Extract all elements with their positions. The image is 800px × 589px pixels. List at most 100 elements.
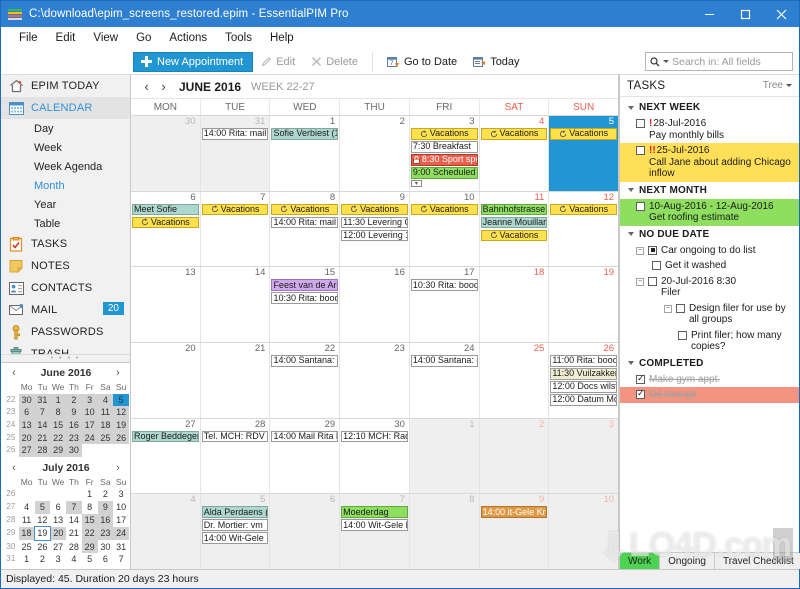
mini-cal-day[interactable]: 6: [98, 553, 114, 566]
calendar-day-cell[interactable]: 26 11:00 Rita: boods 11:30 Vuilzakken 12:00…: [549, 343, 618, 418]
mini-cal-day[interactable]: 27: [18, 444, 35, 457]
mini-cal-day[interactable]: 23: [97, 526, 114, 541]
mini-cal-day[interactable]: 23: [66, 431, 82, 445]
task-checkbox[interactable]: [636, 146, 645, 155]
mini-cal-day[interactable]: 4: [97, 393, 114, 407]
expand-collapse-icon[interactable]: −: [664, 304, 672, 313]
task-checkbox[interactable]: [636, 201, 645, 211]
mini-cal-day[interactable]: 7: [66, 501, 82, 514]
sidebar-view-week[interactable]: Week: [1, 138, 130, 157]
sidebar-view-day[interactable]: Day: [1, 119, 130, 138]
task-item[interactable]: Print filer; how many copies?: [620, 328, 799, 355]
tasks-group-header[interactable]: NO DUE DATE: [620, 226, 799, 243]
search-input[interactable]: Search in: All fields: [645, 52, 793, 71]
calendar-day-cell[interactable]: 28 Tel. MCH: RDV R: [201, 418, 271, 494]
calendar-day-cell[interactable]: 1 Sofie Verbiest (19: [270, 116, 341, 191]
calendar-event[interactable]: 11:30 Vuilzakken: [550, 368, 618, 380]
mini-cal-day[interactable]: 17: [113, 514, 129, 527]
sidebar-item-mail[interactable]: MAIL 20: [1, 299, 130, 321]
calendar-day-cell[interactable]: 14: [201, 267, 271, 343]
menu-file[interactable]: File: [10, 30, 47, 46]
expand-collapse-icon[interactable]: −: [636, 277, 644, 286]
mini-cal-day[interactable]: 20: [50, 526, 66, 541]
mini-cal-day[interactable]: 31: [113, 540, 129, 553]
mini-cal-day[interactable]: 14: [66, 514, 82, 527]
calendar-day-cell[interactable]: 29 14:00 Mail Rita b: [270, 418, 341, 494]
mini-cal-day[interactable]: 28: [66, 540, 82, 553]
mini-cal-day[interactable]: 28: [34, 444, 51, 457]
calendar-day-cell[interactable]: 3 Vacations 7:30 Breakfast 8:30 Sport spe 9:…: [410, 116, 480, 191]
calendar-event[interactable]: Meet Sofie: [132, 203, 199, 216]
task-item[interactable]: Oil change: [620, 387, 799, 403]
mini-cal-prev-button[interactable]: ‹: [9, 367, 19, 379]
task-checkbox[interactable]: [678, 330, 687, 340]
calendar-day-cell[interactable]: 27 Roger Beddegen: [131, 418, 201, 494]
mini-cal-day[interactable]: 11: [97, 406, 114, 420]
calendar-event[interactable]: Sofie Verbiest (19: [271, 128, 339, 140]
sidebar-item-contacts[interactable]: CONTACTS: [1, 277, 130, 299]
calendar-event[interactable]: 14:00 Rita: mail b: [271, 216, 339, 229]
mini-cal-day[interactable]: 19: [34, 526, 51, 541]
calendar-day-cell[interactable]: 15 Feest van de Arb 10:30 Rita: boods: [270, 267, 341, 343]
chevron-down-icon[interactable]: [663, 60, 669, 63]
sidebar-view-month[interactable]: Month: [1, 176, 130, 195]
mini-cal-day[interactable]: 24: [81, 431, 98, 445]
calendar-event[interactable]: Moederdag: [341, 506, 408, 518]
maximize-button[interactable]: [727, 1, 763, 27]
mini-cal-day[interactable]: 10: [81, 406, 98, 420]
task-item[interactable]: − Design filer for use by all groups: [620, 301, 799, 328]
menu-view[interactable]: View: [84, 30, 127, 46]
calendar-day-cell[interactable]: 9 Vacations 11:30 Levering C 12:00 Levering…: [340, 191, 410, 267]
delete-button[interactable]: Delete: [303, 52, 366, 72]
calendar-scroll-up[interactable]: [773, 528, 793, 562]
task-checkbox[interactable]: [652, 261, 661, 270]
new-appointment-button[interactable]: New Appointment: [133, 51, 254, 72]
calendar-day-cell[interactable]: 4 Vacations: [480, 116, 550, 191]
calendar-day-cell[interactable]: 17 10:30 Rita: boods: [410, 267, 480, 343]
mini-cal-day[interactable]: 10: [113, 501, 129, 514]
calendar-event[interactable]: Vacations: [271, 203, 339, 216]
tasks-view-mode-button[interactable]: Tree: [763, 80, 792, 91]
calendar-event[interactable]: Jeanne Mouillard: [480, 216, 548, 229]
calendar-day-cell[interactable]: 30 12:10 MCH: Radi: [340, 418, 410, 494]
calendar-event[interactable]: Vacations: [410, 128, 478, 140]
calendar-prev-button[interactable]: ‹: [140, 80, 153, 93]
mini-cal-day[interactable]: 7: [113, 553, 129, 566]
task-checkbox[interactable]: [636, 373, 645, 384]
tasks-group-header[interactable]: COMPLETED: [620, 355, 799, 372]
mini-cal-day[interactable]: 30: [66, 444, 82, 457]
calendar-event[interactable]: 14:00 Wit-Gele K: [341, 519, 408, 531]
calendar-day-cell[interactable]: 2414:00 Santana: op: [410, 343, 480, 418]
more-events-button[interactable]: ▾: [410, 180, 422, 187]
sidebar-item-passwords[interactable]: PASSWORDS: [1, 321, 130, 343]
calendar-event[interactable]: 12:00 Levering 12: [341, 229, 408, 242]
calendar-event[interactable]: Tel. MCH: RDV R: [201, 430, 269, 443]
calendar-event[interactable]: 14:00 it-Gele Kru: [480, 506, 548, 518]
mini-cal-day[interactable]: 13: [18, 419, 35, 432]
sidebar-view-week-agenda[interactable]: Week Agenda: [1, 157, 130, 176]
close-button[interactable]: [763, 1, 799, 27]
sidebar-item-epim-today[interactable]: EPIM TODAY: [1, 75, 130, 97]
mini-cal-day[interactable]: 24: [113, 526, 129, 541]
calendar-event[interactable]: Bahnhofstrasse: [480, 203, 548, 216]
mini-cal-day[interactable]: 3: [50, 553, 66, 566]
mini-cal-day[interactable]: 12: [113, 406, 129, 420]
mini-cal-day[interactable]: 1: [19, 553, 35, 566]
mini-cal-day[interactable]: 22: [81, 526, 98, 541]
mini-cal-day[interactable]: 2: [98, 488, 114, 501]
sidebar-item-notes[interactable]: NOTES: [1, 255, 130, 277]
mini-cal-day[interactable]: 8: [82, 501, 98, 514]
go-to-date-button[interactable]: 7 Go to Date: [379, 52, 465, 72]
calendar-day-cell[interactable]: 21: [201, 343, 271, 418]
today-button[interactable]: Today: [465, 52, 527, 72]
mini-cal-day[interactable]: 30: [98, 540, 114, 553]
mini-cal-day[interactable]: [113, 444, 129, 457]
task-item[interactable]: !!25-Jul-2016 Call Jane about adding Chic…: [620, 143, 799, 182]
mini-cal-day[interactable]: 11: [19, 514, 35, 527]
calendar-day-cell[interactable]: 11 Bahnhofstrasse Jeanne Mouillard Vacation…: [480, 191, 550, 267]
calendar-day-cell[interactable]: 2214:00 Santana: op: [270, 343, 341, 418]
calendar-event[interactable]: Alda Perdaens (1: [201, 506, 269, 518]
mini-cal-day[interactable]: 22: [50, 431, 66, 445]
mini-cal-day[interactable]: 17: [81, 419, 98, 432]
task-item[interactable]: − Car ongoing to do list: [620, 243, 799, 259]
